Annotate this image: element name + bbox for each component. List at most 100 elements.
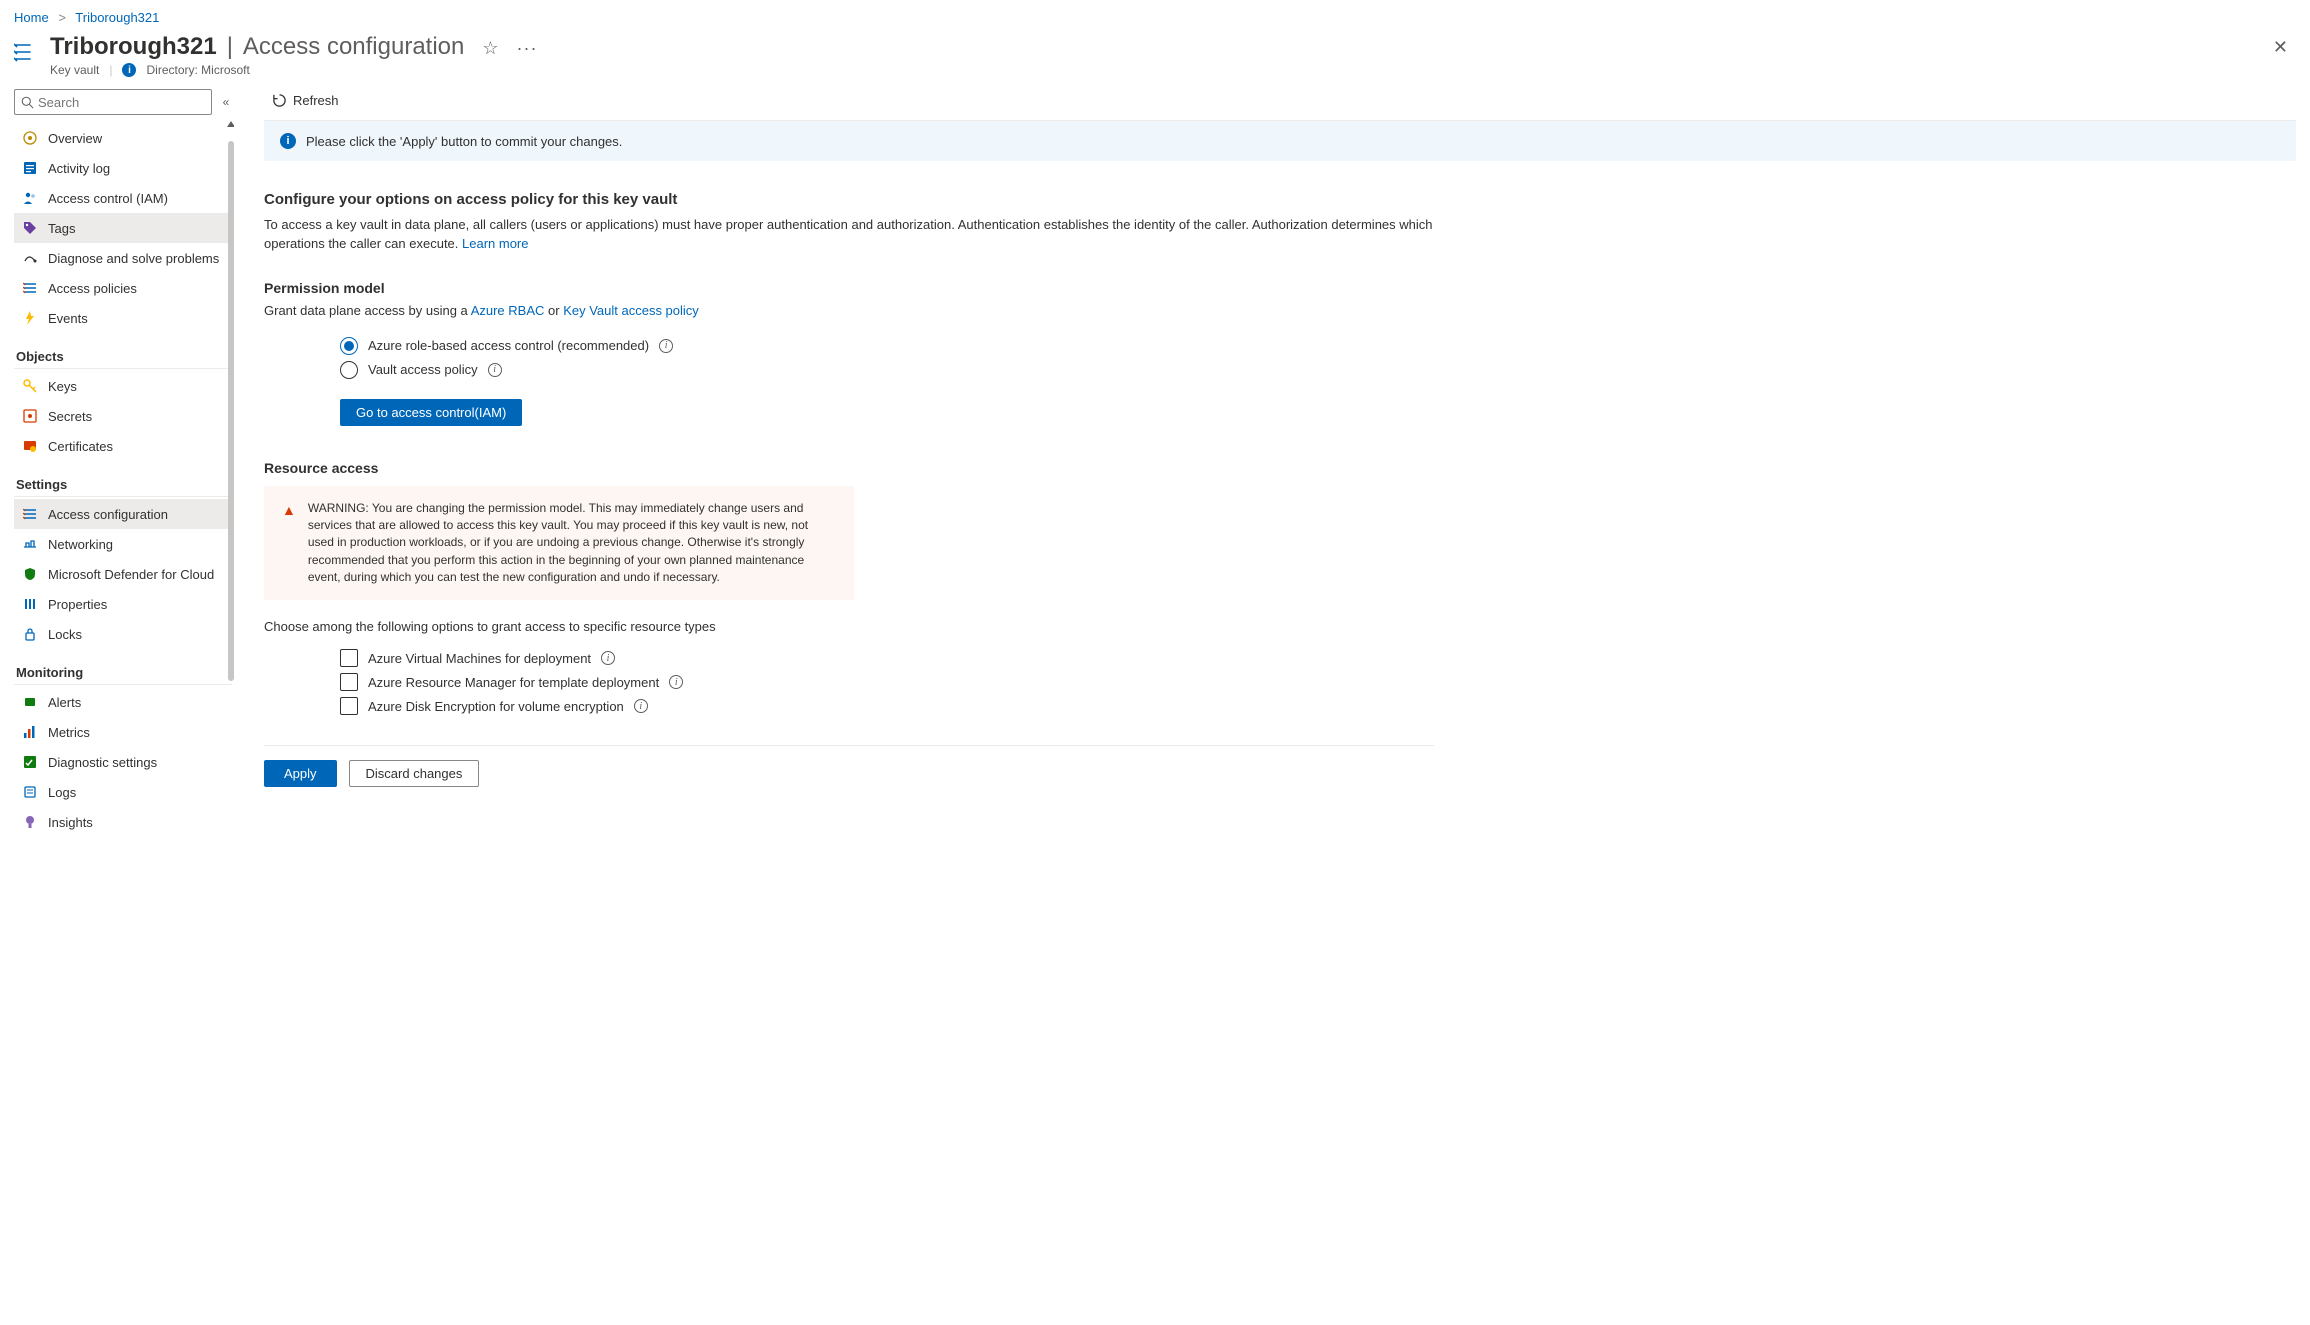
- search-box[interactable]: [14, 89, 212, 115]
- discard-button[interactable]: Discard changes: [349, 760, 480, 787]
- sidebar-item-label: Tags: [48, 221, 75, 236]
- sidebar-item-label: Keys: [48, 379, 77, 394]
- sidebar-item-insights[interactable]: Insights: [14, 807, 232, 837]
- keyvault-policy-link[interactable]: Key Vault access policy: [563, 303, 699, 318]
- sidebar-item-label: Microsoft Defender for Cloud: [48, 567, 214, 582]
- sidebar-item-label: Diagnostic settings: [48, 755, 157, 770]
- properties-icon: [22, 596, 38, 612]
- favorite-star-icon[interactable]: ☆: [482, 38, 498, 59]
- info-banner-text: Please click the 'Apply' button to commi…: [306, 134, 622, 149]
- sidebar-item-keys[interactable]: Keys: [14, 371, 232, 401]
- tags-icon: [22, 220, 38, 236]
- info-icon[interactable]: i: [601, 651, 615, 665]
- checkbox-disk[interactable]: [340, 697, 358, 715]
- sidebar-item-label: Insights: [48, 815, 93, 830]
- goto-access-control-button[interactable]: Go to access control(IAM): [340, 399, 522, 426]
- refresh-icon: [272, 93, 287, 108]
- footer: Apply Discard changes: [264, 745, 1434, 807]
- resource-access-heading: Resource access: [264, 460, 1434, 476]
- breadcrumb-resource[interactable]: Triborough321: [75, 10, 159, 25]
- info-icon[interactable]: i: [659, 339, 673, 353]
- sidebar-item-label: Certificates: [48, 439, 113, 454]
- nav: Overview Activity log Access control (IA…: [14, 123, 232, 837]
- info-icon[interactable]: i: [669, 675, 683, 689]
- section-configure: Configure your options on access policy …: [264, 191, 1434, 715]
- sidebar-item-defender[interactable]: Microsoft Defender for Cloud: [14, 559, 232, 589]
- sidebar-item-secrets[interactable]: Secrets: [14, 401, 232, 431]
- warning-box: ▲ WARNING: You are changing the permissi…: [264, 486, 854, 601]
- toolbar: Refresh: [264, 81, 2296, 121]
- close-icon[interactable]: ✕: [2265, 33, 2296, 62]
- networking-icon: [22, 536, 38, 552]
- sidebar-item-access-policies[interactable]: Access policies: [14, 273, 232, 303]
- checkbox-arm[interactable]: [340, 673, 358, 691]
- certificates-icon: [22, 438, 38, 454]
- sidebar-item-activity-log[interactable]: Activity log: [14, 153, 232, 183]
- checkbox-disk-label: Azure Disk Encryption for volume encrypt…: [368, 699, 624, 714]
- sidebar-item-label: Activity log: [48, 161, 110, 176]
- checkbox-arm-label: Azure Resource Manager for template depl…: [368, 675, 659, 690]
- info-icon[interactable]: i: [488, 363, 502, 377]
- keys-icon: [22, 378, 38, 394]
- activity-log-icon: [22, 160, 38, 176]
- sidebar-item-alerts[interactable]: Alerts: [14, 687, 232, 717]
- sidebar-item-overview[interactable]: Overview: [14, 123, 232, 153]
- sidebar-item-properties[interactable]: Properties: [14, 589, 232, 619]
- sidebar-item-label: Alerts: [48, 695, 81, 710]
- checkbox-vm[interactable]: [340, 649, 358, 667]
- info-icon[interactable]: i: [634, 699, 648, 713]
- access-control-icon: [22, 190, 38, 206]
- sidebar-item-metrics[interactable]: Metrics: [14, 717, 232, 747]
- sidebar-item-label: Diagnose and solve problems: [48, 251, 219, 266]
- sidebar-item-diagnose[interactable]: Diagnose and solve problems: [14, 243, 232, 273]
- sidebar-item-events[interactable]: Events: [14, 303, 232, 333]
- collapse-sidebar-icon[interactable]: «: [218, 89, 234, 115]
- sidebar-item-certificates[interactable]: Certificates: [14, 431, 232, 461]
- sidebar-item-label: Access configuration: [48, 507, 168, 522]
- search-input[interactable]: [38, 95, 214, 110]
- radio-rbac[interactable]: [340, 337, 358, 355]
- locks-icon: [22, 626, 38, 642]
- secrets-icon: [22, 408, 38, 424]
- page-header: Triborough321 | Access configuration ☆ ·…: [0, 29, 2310, 81]
- access-configuration-icon: [22, 506, 38, 522]
- subtitle-pipe: |: [109, 63, 112, 77]
- radio-policy[interactable]: [340, 361, 358, 379]
- radio-rbac-label: Azure role-based access control (recomme…: [368, 338, 649, 353]
- sidebar-item-label: Logs: [48, 785, 76, 800]
- diagnose-icon: [22, 250, 38, 266]
- directory-label: Directory: Microsoft: [146, 63, 249, 77]
- radio-row-policy: Vault access policy i: [264, 361, 1434, 379]
- sidebar-item-diagnostic-settings[interactable]: Diagnostic settings: [14, 747, 232, 777]
- sidebar-item-label: Access policies: [48, 281, 137, 296]
- sidebar-item-access-control[interactable]: Access control (IAM): [14, 183, 232, 213]
- sidebar-item-label: Metrics: [48, 725, 90, 740]
- radio-row-rbac: Azure role-based access control (recomme…: [264, 337, 1434, 355]
- checkbox-vm-label: Azure Virtual Machines for deployment: [368, 651, 591, 666]
- sidebar-item-access-configuration[interactable]: Access configuration: [14, 499, 232, 529]
- sidebar-item-networking[interactable]: Networking: [14, 529, 232, 559]
- learn-more-link[interactable]: Learn more: [462, 236, 528, 251]
- events-icon: [22, 310, 38, 326]
- refresh-label: Refresh: [293, 93, 339, 108]
- apply-button[interactable]: Apply: [264, 760, 337, 787]
- sidebar-item-tags[interactable]: Tags: [14, 213, 232, 243]
- search-icon: [21, 96, 34, 109]
- refresh-button[interactable]: Refresh: [264, 89, 347, 112]
- sidebar-item-label: Events: [48, 311, 88, 326]
- checkbox-row-disk: Azure Disk Encryption for volume encrypt…: [264, 697, 1434, 715]
- sidebar-item-label: Networking: [48, 537, 113, 552]
- section-heading: Configure your options on access policy …: [264, 191, 1434, 208]
- resource-name: Triborough321: [50, 33, 217, 61]
- sidebar-item-label: Properties: [48, 597, 107, 612]
- keyvault-icon: [14, 39, 40, 65]
- overview-icon: [22, 130, 38, 146]
- content: Refresh i Please click the 'Apply' butto…: [234, 81, 2310, 1325]
- azure-rbac-link[interactable]: Azure RBAC: [471, 303, 545, 318]
- more-menu-icon[interactable]: ···: [517, 38, 538, 59]
- breadcrumb-home[interactable]: Home: [14, 10, 49, 25]
- sidebar-item-label: Access control (IAM): [48, 191, 168, 206]
- sidebar-item-logs[interactable]: Logs: [14, 777, 232, 807]
- sidebar-item-locks[interactable]: Locks: [14, 619, 232, 649]
- permission-or: or: [548, 303, 563, 318]
